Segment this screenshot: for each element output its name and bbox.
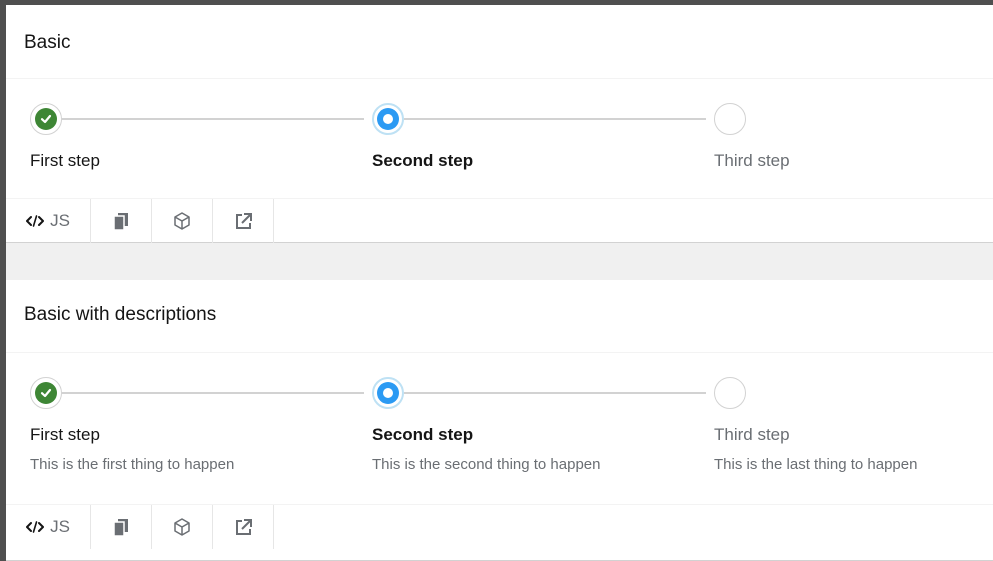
divider (6, 78, 993, 79)
external-link-icon (235, 212, 252, 229)
copy-code-button[interactable] (91, 199, 152, 243)
step-title: First step (30, 151, 100, 170)
example-card-basic: Basic First step Second step Third step (6, 5, 993, 243)
step-description: This is the first thing to happen (30, 456, 235, 473)
step-current-indicator (372, 103, 404, 135)
external-link-icon (235, 518, 252, 535)
codesandbox-icon (174, 518, 190, 536)
copy-icon (114, 518, 128, 536)
check-icon (40, 388, 52, 398)
open-codesandbox-button[interactable] (152, 505, 213, 549)
step-current-indicator (372, 377, 404, 409)
step-connector (404, 392, 706, 394)
step-title: Second step (372, 151, 474, 170)
toggle-js-code-button[interactable]: JS (6, 505, 91, 549)
open-codesandbox-button[interactable] (152, 199, 213, 243)
step-connector (62, 118, 364, 120)
open-new-window-button[interactable] (213, 505, 274, 549)
divider (6, 352, 993, 353)
toggle-js-code-button[interactable]: JS (6, 199, 91, 243)
step-description: This is the last thing to happen (714, 456, 918, 473)
step-title: Second step (372, 425, 474, 444)
example-toolbar: JS (6, 199, 274, 243)
copy-code-button[interactable] (91, 505, 152, 549)
step-pending-indicator (714, 377, 746, 409)
step-connector (404, 118, 706, 120)
step-complete-indicator (30, 103, 62, 135)
progress-stepper: First step Second step Third step (6, 103, 993, 213)
progress-stepper: First step This is the first thing to ha… (6, 377, 993, 487)
step-description: This is the second thing to happen (372, 456, 601, 473)
code-icon (26, 215, 45, 227)
step-title: Third step (714, 151, 790, 170)
example-card-basic-with-descriptions: Basic with descriptions First step This … (6, 280, 993, 561)
example-title: Basic (24, 32, 71, 53)
step-title: Third step (714, 425, 790, 444)
step-pending-indicator (714, 103, 746, 135)
example-toolbar: JS (6, 505, 274, 549)
check-icon (40, 114, 52, 124)
step-connector (62, 392, 364, 394)
js-label: JS (50, 211, 70, 230)
codesandbox-icon (174, 212, 190, 230)
js-label: JS (50, 517, 70, 536)
step-title: First step (30, 425, 100, 444)
code-icon (26, 521, 45, 533)
copy-icon (114, 212, 128, 230)
open-new-window-button[interactable] (213, 199, 274, 243)
step-complete-indicator (30, 377, 62, 409)
example-title: Basic with descriptions (24, 304, 217, 325)
